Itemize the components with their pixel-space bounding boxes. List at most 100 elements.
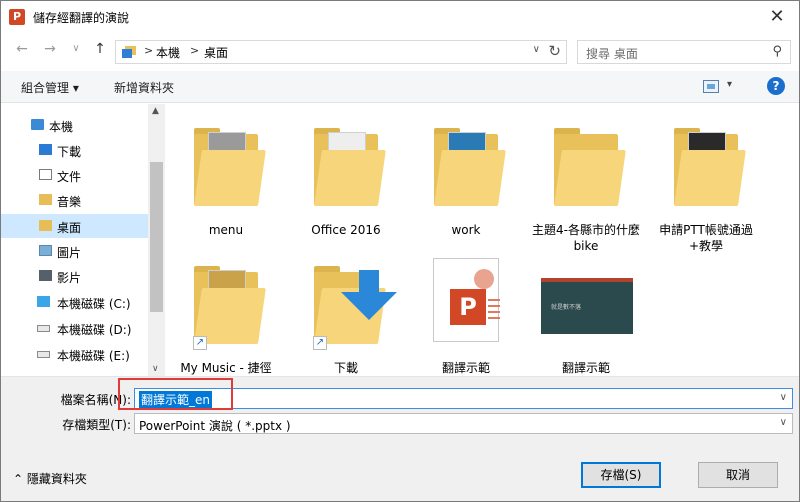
breadcrumb-this-pc[interactable]: 本機	[156, 44, 180, 61]
up-button[interactable]: ↑	[91, 41, 109, 59]
sidebar-item-music[interactable]: 音樂	[1, 188, 148, 212]
sidebar-item-downloads[interactable]: 下載	[1, 138, 148, 162]
list-item[interactable]: menu	[171, 114, 281, 254]
file-name: menu	[208, 223, 244, 237]
sidebar-item-label: 本機磁碟 (E:)	[57, 349, 130, 363]
organize-menu[interactable]: 組合管理 ▾	[21, 79, 79, 96]
file-list: menu Office 2016 work 主題4-各縣市的什麼bike 申請P…	[166, 104, 799, 376]
save-button[interactable]: 存檔(S)	[581, 462, 661, 488]
shortcut-icon: ↗	[313, 336, 327, 350]
sidebar-item-label: 圖片	[57, 246, 82, 260]
list-item[interactable]: ↗ 下載	[291, 252, 401, 376]
list-item[interactable]: Office 2016	[291, 114, 401, 254]
desktop-icon	[122, 46, 136, 58]
breadcrumb-separator: >	[190, 44, 200, 57]
thumbnail-text: 就是數不落	[551, 304, 582, 311]
address-bar[interactable]: > 本機 > 桌面 ∨ ↻	[115, 40, 567, 64]
sidebar-item-label: 音樂	[57, 195, 82, 209]
folder-icon	[194, 128, 266, 208]
file-name: 申請PTT帳號通過+教學	[659, 223, 753, 253]
sidebar-item-label: 桌面	[57, 221, 82, 235]
file-name: My Music - 捷徑	[180, 361, 272, 375]
pictures-icon	[39, 245, 52, 256]
sidebar-item-drive-e[interactable]: 本機磁碟 (E:)	[1, 342, 148, 366]
sidebar-item-label: 下載	[57, 145, 82, 159]
list-item[interactable]: 申請PTT帳號通過+教學	[651, 114, 761, 254]
drive-icon	[37, 325, 50, 332]
list-item[interactable]: P 翻譯示範	[411, 252, 521, 376]
chevron-down-icon[interactable]: ▾	[727, 79, 732, 90]
hide-folders-toggle[interactable]: ⌃ 隱藏資料夾	[13, 470, 87, 487]
list-item[interactable]: 主題4-各縣市的什麼bike	[531, 114, 641, 254]
forward-button[interactable]: →	[41, 41, 59, 59]
computer-icon	[31, 119, 44, 130]
folder-icon	[554, 128, 626, 208]
powerpoint-icon: P	[450, 289, 486, 325]
sidebar-item-label: 本機磁碟 (D:)	[57, 323, 132, 337]
filetype-select[interactable]: PowerPoint 演說 ( *.pptx ) ∨	[134, 413, 793, 434]
file-name: 主題4-各縣市的什麼bike	[532, 223, 640, 253]
scroll-down-icon[interactable]: ∨	[152, 364, 159, 374]
file-name: 下載	[333, 361, 358, 375]
sidebar-item-label: 本機磁碟 (C:)	[57, 297, 131, 311]
shortcut-icon: ↗	[193, 336, 207, 350]
search-input[interactable]: 搜尋 桌面 ⚲	[577, 40, 791, 64]
navigation-pane: 本機 下載 文件 音樂 桌面 圖片 影片 本機磁碟 (C:) 本機磁碟 (D:)…	[1, 104, 148, 376]
scroll-up-icon[interactable]: ▲	[152, 106, 159, 116]
folder-icon	[674, 128, 746, 208]
folder-icon	[314, 128, 386, 208]
help-icon[interactable]: ?	[767, 77, 785, 95]
search-icon[interactable]: ⚲	[772, 44, 782, 59]
folder-icon	[194, 266, 266, 346]
chevron-down-icon[interactable]: ∨	[780, 417, 787, 428]
list-item[interactable]: work	[411, 114, 521, 254]
back-button[interactable]: ←	[13, 41, 31, 59]
view-options-icon[interactable]	[703, 80, 719, 93]
recent-locations-button[interactable]: ∨	[67, 43, 85, 61]
sidebar-item-drive-d[interactable]: 本機磁碟 (D:)	[1, 316, 148, 340]
navigation-bar: ← → ∨ ↑ > 本機 > 桌面 ∨ ↻ 搜尋 桌面 ⚲	[1, 35, 799, 69]
documents-icon	[39, 169, 52, 180]
scroll-thumb[interactable]	[150, 162, 163, 312]
download-arrow-icon	[359, 270, 379, 294]
powerpoint-icon: P	[9, 9, 25, 25]
sidebar-item-videos[interactable]: 影片	[1, 264, 148, 288]
sidebar-item-this-pc[interactable]: 本機	[1, 113, 148, 137]
filetype-value: PowerPoint 演說 ( *.pptx )	[139, 419, 291, 433]
highlight-annotation	[118, 378, 233, 410]
chevron-down-icon[interactable]: ∨	[533, 44, 540, 55]
desktop-icon	[39, 220, 52, 231]
filetype-label: 存檔類型(T):	[62, 418, 131, 432]
save-dialog: P 儲存經翻譯的演說 ✕ ← → ∨ ↑ > 本機 > 桌面 ∨ ↻ 搜尋 桌面…	[0, 0, 800, 502]
folder-icon	[434, 128, 506, 208]
windows-drive-icon	[37, 296, 50, 307]
file-name: 翻譯示範	[441, 361, 490, 375]
window-title: 儲存經翻譯的演說	[33, 11, 130, 25]
chevron-down-icon[interactable]: ∨	[780, 392, 787, 403]
videos-icon	[39, 270, 52, 281]
close-icon[interactable]: ✕	[767, 6, 787, 27]
sidebar-item-desktop[interactable]: 桌面	[1, 214, 148, 238]
dialog-footer: ⌃ 隱藏資料夾 存檔(S) 取消	[1, 453, 799, 501]
list-item[interactable]: 就是數不落 翻譯示範	[531, 252, 641, 376]
title-bar: P 儲存經翻譯的演說 ✕	[1, 1, 799, 33]
cancel-button[interactable]: 取消	[698, 462, 778, 488]
new-folder-button[interactable]: 新增資料夾	[114, 79, 174, 96]
sidebar-item-documents[interactable]: 文件	[1, 163, 148, 187]
sidebar-item-label: 文件	[57, 170, 82, 184]
file-name: work	[451, 223, 481, 237]
drive-icon	[37, 351, 50, 358]
downloads-icon	[39, 144, 52, 155]
pptx-file-icon: P	[433, 258, 500, 342]
refresh-icon[interactable]: ↻	[548, 42, 561, 60]
sidebar-item-drive-c[interactable]: 本機磁碟 (C:)	[1, 290, 148, 314]
slide-thumbnail: 就是數不落	[541, 278, 633, 334]
breadcrumb-desktop[interactable]: 桌面	[204, 44, 228, 61]
sidebar-item-pictures[interactable]: 圖片	[1, 239, 148, 263]
file-name: Office 2016	[311, 223, 381, 237]
breadcrumb-separator: >	[144, 44, 154, 57]
search-placeholder: 搜尋 桌面	[586, 47, 638, 61]
sidebar-scrollbar[interactable]: ▲ ∨	[148, 104, 165, 376]
list-item[interactable]: ↗ My Music - 捷徑	[171, 252, 281, 376]
command-toolbar: 組合管理 ▾ 新增資料夾 ▾ ?	[1, 71, 799, 103]
